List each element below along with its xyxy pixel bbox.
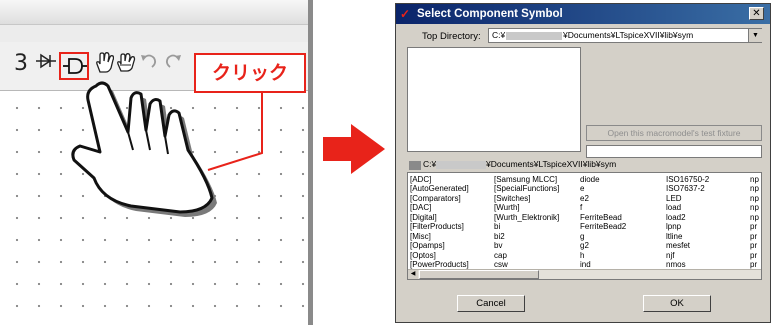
symbol-list-item[interactable]: pr [750, 251, 759, 260]
symbol-list-item[interactable]: [SpecialFunctions] [494, 184, 559, 193]
dialog-title: Select Component Symbol [417, 8, 563, 20]
symbol-list-item[interactable]: FerriteBead2 [580, 222, 626, 231]
symbol-list-item[interactable]: [AutoGenerated] [410, 184, 469, 193]
click-annotation-text: クリック [211, 62, 288, 84]
top-directory-select[interactable]: C:¥ ¥Documents¥LTspiceXVII¥lib¥sym ▼ [488, 28, 762, 43]
scroll-left-icon[interactable]: ◀ [408, 270, 418, 279]
symbol-column: ISO16750-2 ISO7637-2 LED load load2 lpnp ltlin… [666, 175, 709, 279]
diode-tool-icon[interactable] [36, 52, 56, 77]
symbol-list-item[interactable]: bv [494, 241, 559, 250]
symbol-list-item[interactable]: ind [580, 260, 626, 269]
symbol-list-item[interactable]: ISO16750-2 [666, 175, 709, 184]
symbol-list-item[interactable]: [Switches] [494, 194, 559, 203]
symbol-list-item[interactable]: load [666, 203, 709, 212]
ltspice-window: 3 Em クリック [0, 0, 313, 325]
symbol-list-item[interactable]: cap [494, 251, 559, 260]
scrollbar-thumb[interactable] [419, 270, 539, 279]
symbol-column: npnpnpnpnpprprprprprpr [750, 175, 759, 279]
right-arrow-icon [323, 124, 385, 174]
symbol-list-item[interactable]: pr [750, 241, 759, 250]
cancel-button[interactable]: Cancel [457, 295, 525, 312]
symbol-list-item[interactable]: np [750, 194, 759, 203]
symbol-list-item[interactable]: [Misc] [410, 232, 469, 241]
schematic-canvas[interactable] [0, 91, 308, 325]
symbol-list-item[interactable]: np [750, 184, 759, 193]
symbol-list-item[interactable]: [PowerProducts] [410, 260, 469, 269]
symbol-list-item[interactable]: [Samsung MLCC] [494, 175, 559, 184]
symbol-list[interactable]: [ADC] [AutoGenerated] [Comparators] [DAC] [D… [407, 172, 762, 280]
symbol-list-item[interactable]: [Wurth_Elektronik] [494, 213, 559, 222]
window-border [308, 0, 313, 325]
symbol-column: [ADC] [AutoGenerated] [Comparators] [DAC] [D… [410, 175, 469, 279]
symbol-list-item[interactable]: csw [494, 260, 559, 269]
description-field [586, 145, 762, 158]
ok-button[interactable]: OK [643, 295, 711, 312]
symbol-list-item[interactable]: [ADC] [410, 175, 469, 184]
symbol-list-item[interactable]: [Optos] [410, 251, 469, 260]
current-path-suffix: ¥Documents¥LTspiceXVII¥lib¥sym [486, 159, 617, 169]
ltspice-app-icon: ✓ [400, 7, 411, 21]
redo-icon[interactable] [164, 52, 182, 76]
top-directory-prefix: C:¥ [492, 30, 506, 40]
symbol-list-item[interactable]: LED [666, 194, 709, 203]
symbol-list-item[interactable]: ltline [666, 232, 709, 241]
drag-hand-icon[interactable] [116, 52, 136, 80]
symbol-list-item[interactable]: g [580, 232, 626, 241]
symbol-list-item[interactable]: nmos [666, 260, 709, 269]
symbol-list-item[interactable]: mesfet [666, 241, 709, 250]
select-component-dialog: ✓ Select Component Symbol ✕ Top Director… [395, 3, 771, 323]
move-hand-icon[interactable] [94, 52, 115, 80]
symbol-list-item[interactable]: load2 [666, 213, 709, 222]
symbol-list-item[interactable]: [Digital] [410, 213, 469, 222]
symbol-list-item[interactable]: lpnp [666, 222, 709, 231]
symbol-list-item[interactable]: [Comparators] [410, 194, 469, 203]
symbol-list-item[interactable]: FerriteBead [580, 213, 626, 222]
symbol-list-item[interactable]: f [580, 203, 626, 212]
dialog-titlebar[interactable]: ✓ Select Component Symbol ✕ [396, 4, 770, 24]
current-path-prefix: C:¥ [423, 159, 437, 169]
horizontal-scrollbar[interactable]: ◀ [408, 269, 761, 279]
symbol-column: diodeee2fFerriteBeadFerriteBead2gg2hindi… [580, 175, 626, 279]
symbol-list-item[interactable]: pr [750, 222, 759, 231]
undo-icon[interactable] [140, 52, 158, 76]
folder-icon [409, 161, 421, 170]
top-directory-label: Top Directory: [422, 31, 481, 42]
symbol-list-item[interactable]: [Opamps] [410, 241, 469, 250]
window-titlebar [0, 0, 313, 25]
symbol-list-item[interactable]: bi2 [494, 232, 559, 241]
symbol-list-item[interactable]: [DAC] [410, 203, 469, 212]
symbol-list-item[interactable]: bi [494, 222, 559, 231]
symbol-preview [407, 47, 581, 152]
symbol-list-item[interactable]: e2 [580, 194, 626, 203]
symbol-column: [Samsung MLCC] [SpecialFunctions] [Switche… [494, 175, 559, 279]
symbol-list-item[interactable]: ISO7637-2 [666, 184, 709, 193]
component-icon[interactable] [63, 57, 87, 75]
redacted-username [436, 161, 486, 169]
redacted-username [506, 32, 562, 40]
symbol-list-item[interactable]: diode [580, 175, 626, 184]
symbol-list-item[interactable]: pr [750, 232, 759, 241]
symbol-list-item[interactable]: g2 [580, 241, 626, 250]
symbol-list-item[interactable]: njf [666, 251, 709, 260]
chevron-down-icon[interactable]: ▼ [748, 29, 762, 42]
symbol-list-item[interactable]: np [750, 175, 759, 184]
symbol-list-item[interactable]: [FilterProducts] [410, 222, 469, 231]
symbol-list-item[interactable]: [Wurth] [494, 203, 559, 212]
symbol-list-item[interactable]: h [580, 251, 626, 260]
symbol-list-item[interactable]: np [750, 213, 759, 222]
click-annotation-box: クリック [194, 53, 306, 93]
symbol-list-item[interactable]: np [750, 203, 759, 212]
inductor-tool-icon[interactable]: 3 [14, 52, 28, 76]
symbol-list-item[interactable]: pr [750, 260, 759, 269]
open-test-fixture-button[interactable]: Open this macromodel's test fixture [586, 125, 762, 141]
symbol-list-item[interactable]: e [580, 184, 626, 193]
top-directory-suffix: ¥Documents¥LTspiceXVII¥lib¥sym [563, 30, 694, 40]
close-button[interactable]: ✕ [749, 7, 764, 20]
